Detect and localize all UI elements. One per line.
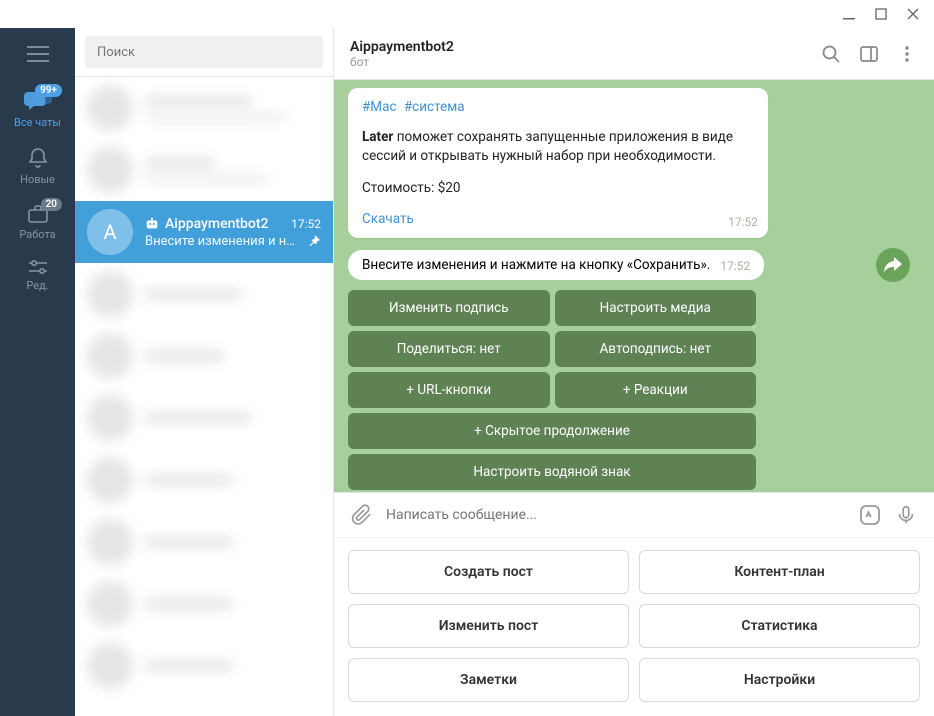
chat-list-column: A Aippaymentbot2 17:52 Внесите изменения… (75, 28, 334, 716)
chat-item[interactable] (75, 511, 333, 573)
kb-hidden-continuation-button[interactable]: + Скрытое продолжение (348, 413, 756, 449)
chat-item[interactable] (75, 325, 333, 387)
chat-name: Aippaymentbot2 (165, 216, 268, 232)
hashtag-link[interactable]: #Mac (362, 99, 397, 115)
chat-header: Aippaymentbot2 бот (334, 28, 934, 80)
reply-notes-button[interactable]: Заметки (348, 658, 629, 702)
bot-icon (145, 217, 159, 231)
kb-watermark-button[interactable]: Настроить водяной знак (348, 454, 756, 490)
sidepanel-button[interactable] (858, 43, 880, 65)
sliders-icon (27, 259, 49, 275)
chat-item[interactable] (75, 139, 333, 201)
kb-share-button[interactable]: Поделиться: нет (348, 331, 550, 367)
reply-create-post-button[interactable]: Создать пост (348, 550, 629, 594)
kb-edit-caption-button[interactable]: Изменить подпись (348, 290, 550, 326)
message-composer (334, 492, 934, 537)
message-area[interactable]: #Mac #система Later поможет сохранять за… (334, 80, 934, 492)
message-input[interactable] (386, 507, 846, 523)
bell-icon (28, 147, 48, 169)
hashtag-link[interactable]: #система (404, 99, 465, 115)
chat-list[interactable]: A Aippaymentbot2 17:52 Внесите изменения… (75, 77, 333, 716)
work-badge: 20 (41, 198, 62, 211)
inline-keyboard: Изменить подпись Настроить медиа Поделит… (348, 290, 756, 492)
notice-bubble[interactable]: Внесите изменения и нажмите на кнопку «С… (348, 250, 764, 280)
window-close-button[interactable] (906, 7, 920, 21)
conversation-column: Aippaymentbot2 бот #Mac #система Later п… (334, 28, 934, 716)
rail-work-label: Работа (19, 228, 55, 241)
message-bubble[interactable]: #Mac #система Later поможет сохранять за… (348, 88, 768, 238)
reply-content-plan-button[interactable]: Контент-план (639, 550, 920, 594)
message-hashtags: #Mac #система (362, 98, 754, 118)
rail-new-label: Новые (20, 173, 55, 186)
kb-reactions-button[interactable]: + Реакции (555, 372, 757, 408)
forward-button[interactable] (876, 248, 910, 282)
download-link[interactable]: Скачать (362, 211, 414, 227)
reply-edit-post-button[interactable]: Изменить пост (348, 604, 629, 648)
chat-item[interactable] (75, 387, 333, 449)
chat-item[interactable] (75, 77, 333, 139)
chat-item-selected[interactable]: A Aippaymentbot2 17:52 Внесите изменения… (75, 201, 333, 263)
rail-new[interactable]: Новые (0, 137, 75, 194)
avatar: A (87, 209, 133, 255)
rail-edit[interactable]: Ред. (0, 249, 75, 300)
kb-url-buttons-button[interactable]: + URL-кнопки (348, 372, 550, 408)
chat-preview: Внесите изменения и н… (145, 234, 295, 249)
notice-time: 17:52 (720, 259, 750, 273)
folders-rail: 99+ Все чаты Новые 20 Работа Ред. (0, 28, 75, 716)
more-menu-button[interactable] (896, 43, 918, 65)
chat-item[interactable] (75, 635, 333, 697)
chat-header-subtitle: бот (350, 55, 804, 69)
voice-message-button[interactable] (894, 503, 918, 527)
chat-time: 17:52 (291, 217, 321, 231)
kb-autosign-button[interactable]: Автоподпись: нет (555, 331, 757, 367)
rail-all-chats-label: Все чаты (14, 116, 61, 129)
message-time: 17:52 (728, 214, 758, 231)
reply-keyboard: Создать пост Контент-план Изменить пост … (334, 537, 934, 716)
message-text: Later поможет сохранять запущенные прило… (362, 128, 754, 167)
menu-hamburger-button[interactable] (0, 28, 75, 80)
chat-item[interactable] (75, 263, 333, 325)
attach-button[interactable] (350, 503, 374, 527)
rail-all-chats[interactable]: 99+ Все чаты (0, 80, 75, 137)
reply-stats-button[interactable]: Статистика (639, 604, 920, 648)
rail-work[interactable]: 20 Работа (0, 194, 75, 249)
rail-edit-label: Ред. (26, 279, 48, 292)
message-price: Стоимость: $20 (362, 179, 754, 199)
chat-item[interactable] (75, 573, 333, 635)
window-titlebar (0, 0, 934, 28)
search-input[interactable] (85, 36, 323, 68)
kb-setup-media-button[interactable]: Настроить медиа (555, 290, 757, 326)
reply-settings-button[interactable]: Настройки (639, 658, 920, 702)
pin-icon (307, 234, 321, 248)
window-minimize-button[interactable] (842, 7, 856, 21)
search-in-chat-button[interactable] (820, 43, 842, 65)
chat-item[interactable] (75, 449, 333, 511)
notice-text: Внесите изменения и нажмите на кнопку «С… (362, 257, 710, 273)
search-bar (75, 28, 333, 77)
window-maximize-button[interactable] (874, 7, 888, 21)
chat-header-title: Aippaymentbot2 (350, 39, 804, 55)
bot-commands-button[interactable] (858, 503, 882, 527)
all-chats-badge: 99+ (35, 84, 62, 97)
